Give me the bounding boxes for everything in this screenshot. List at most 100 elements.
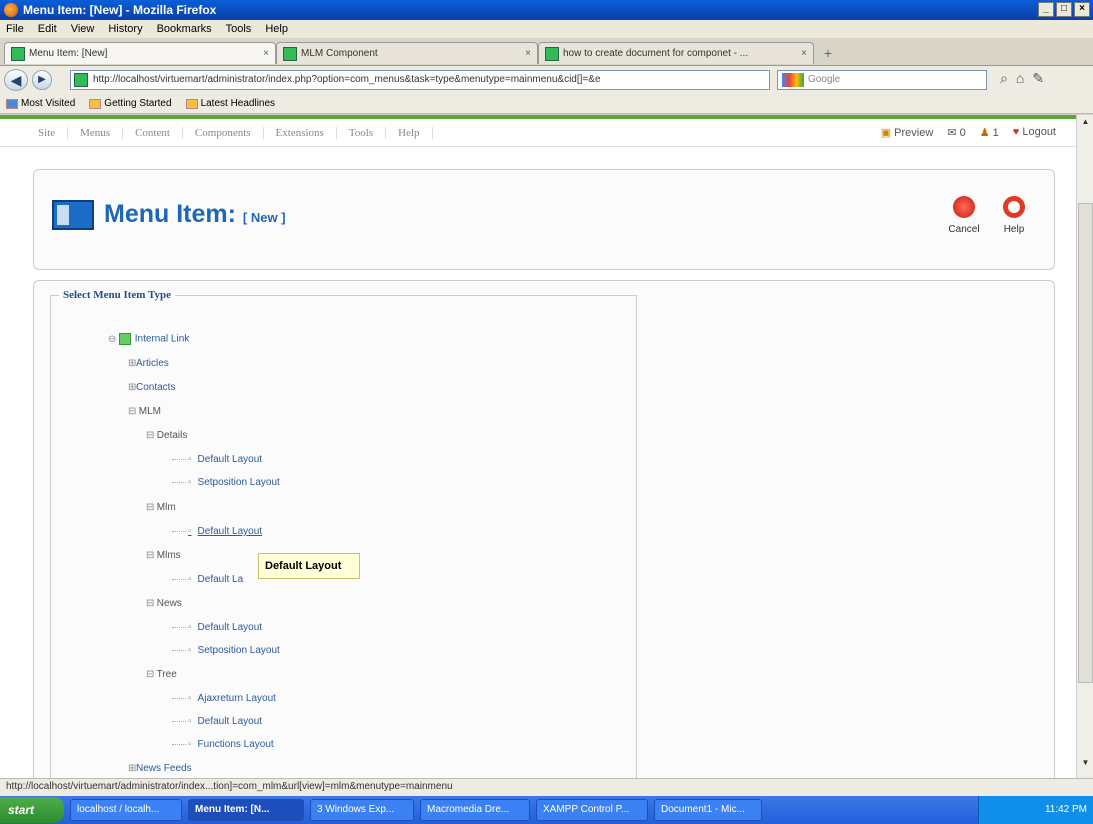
help-lifebuoy-icon <box>1003 196 1025 218</box>
tab-label: MLM Component <box>301 48 378 59</box>
tree-node-internal-link[interactable]: ⊖ Internal Link <box>108 333 189 345</box>
menu-bookmarks[interactable]: Bookmarks <box>157 23 212 35</box>
admin-menu-tools[interactable]: Tools <box>337 126 387 139</box>
menu-tools[interactable]: Tools <box>226 23 252 35</box>
help-button[interactable]: Help <box>994 196 1034 235</box>
leaf-bullet-icon: ▫ <box>188 645 192 656</box>
forward-button[interactable]: ▶ <box>32 70 52 90</box>
task-windows-explorer[interactable]: 3 Windows Exp... <box>310 799 414 821</box>
tree-leaf-mlms-default[interactable]: ▫ Default La <box>172 574 243 585</box>
task-document1[interactable]: Document1 - Mic... <box>654 799 762 821</box>
collapse-icon[interactable]: ⊟ <box>146 669 154 680</box>
tab-close-icon[interactable]: × <box>263 48 269 59</box>
messages-count[interactable]: ✉ 0 <box>947 126 965 139</box>
logout-link[interactable]: ♥ Logout <box>1013 126 1056 139</box>
tab-close-icon[interactable]: × <box>801 48 807 59</box>
admin-menu-help[interactable]: Help <box>386 126 433 139</box>
tree-node-news[interactable]: ⊟ News <box>146 598 182 609</box>
scroll-up-icon[interactable]: ▲ <box>1079 117 1092 131</box>
collapse-icon[interactable]: ⊟ <box>146 550 154 561</box>
users-count[interactable]: ♟ 1 <box>980 126 999 139</box>
tree-node-mlms[interactable]: ⊟ Mlms <box>146 550 181 561</box>
fieldset-legend: Select Menu Item Type <box>63 289 172 301</box>
preview-link[interactable]: ▣ Preview <box>881 126 934 139</box>
task-xampp[interactable]: XAMPP Control P... <box>536 799 648 821</box>
task-macromedia[interactable]: Macromedia Dre... <box>420 799 530 821</box>
cancel-button[interactable]: Cancel <box>944 196 984 235</box>
admin-menu-content[interactable]: Content <box>123 126 183 139</box>
collapse-icon[interactable]: ⊖ <box>108 334 116 345</box>
collapse-icon[interactable]: ⊟ <box>128 406 136 417</box>
hover-tooltip: Default Layout <box>258 553 360 579</box>
menu-edit[interactable]: Edit <box>38 23 57 35</box>
search-icon[interactable]: ⌕ <box>1000 70 1008 87</box>
menu-file[interactable]: File <box>6 23 24 35</box>
collapse-icon[interactable]: ⊟ <box>146 598 154 609</box>
tree-leaf-tree-functions[interactable]: ▫ Functions Layout <box>172 739 274 750</box>
window-titlebar: Menu Item: [New] - Mozilla Firefox _ □ × <box>0 0 1093 20</box>
start-button[interactable]: start <box>0 797 64 823</box>
scroll-down-icon[interactable]: ▼ <box>1079 758 1092 772</box>
internal-link-icon <box>118 333 131 345</box>
tree-leaf-tree-ajaxreturn[interactable]: ▫ Ajaxreturn Layout <box>172 693 276 704</box>
tab-label: how to create document for componet - ..… <box>563 48 749 59</box>
tab-menu-item[interactable]: Menu Item: [New] × <box>4 42 276 64</box>
node-label: MLM <box>138 406 162 417</box>
tree-node-details[interactable]: ⊟ Details <box>146 430 187 441</box>
tree-node-tree[interactable]: ⊟ Tree <box>146 669 177 680</box>
admin-menu-components[interactable]: Components <box>183 126 264 139</box>
node-label: Default Layout <box>197 454 263 465</box>
menu-view[interactable]: View <box>71 23 95 35</box>
minimize-button[interactable]: _ <box>1038 2 1054 17</box>
home-icon[interactable]: ⌂ <box>1016 70 1024 87</box>
tree-leaf-news-setposition[interactable]: ▫ Setposition Layout <box>172 645 280 656</box>
tree-node-mlm-view[interactable]: ⊟ Mlm <box>146 502 176 513</box>
tree-leaf-mlm-default[interactable]: ▫ Default Layout <box>172 526 262 537</box>
search-box[interactable]: Google <box>777 70 987 90</box>
menu-history[interactable]: History <box>108 23 142 35</box>
maximize-button[interactable]: □ <box>1056 2 1072 17</box>
joomla-admin-menu: Site Menus Content Components Extensions… <box>0 119 1076 147</box>
help-label: Help <box>1003 224 1025 235</box>
addon-icon[interactable]: ✎ <box>1032 70 1044 87</box>
collapse-icon[interactable]: ⊟ <box>146 502 154 513</box>
admin-menu-menus[interactable]: Menus <box>68 126 124 139</box>
tree-node-contacts[interactable]: ⊞Contacts <box>128 382 175 393</box>
task-localhost[interactable]: localhost / localh... <box>70 799 182 821</box>
new-tab-button[interactable]: + <box>818 46 838 62</box>
collapse-icon[interactable]: ⊟ <box>146 430 154 441</box>
tab-mlm-component[interactable]: MLM Component × <box>276 42 538 64</box>
navigation-toolbar: ◀ ▶ http://localhost/virtuemart/administ… <box>0 66 1093 94</box>
tree-leaf-details-setposition[interactable]: ▫ Setposition Layout <box>172 477 280 488</box>
scrollbar-thumb[interactable] <box>1078 203 1093 683</box>
vertical-scrollbar[interactable]: ▲ ▼ <box>1076 115 1093 792</box>
admin-menu-site[interactable]: Site <box>26 126 69 139</box>
tree-node-mlm[interactable]: ⊟ MLM <box>128 406 161 417</box>
expand-icon[interactable]: ⊞ <box>128 763 136 774</box>
tree-node-newsfeeds[interactable]: ⊞News Feeds <box>128 763 192 774</box>
tree-leaf-news-default[interactable]: ▫ Default Layout <box>172 622 262 633</box>
tree-leaf-tree-default[interactable]: ▫ Default Layout <box>172 716 262 727</box>
menu-help[interactable]: Help <box>265 23 288 35</box>
windows-taskbar: start localhost / localh... Menu Item: [… <box>0 796 1093 824</box>
tree-node-articles[interactable]: ⊞Articles <box>128 358 169 369</box>
expand-icon[interactable]: ⊞ <box>128 358 136 369</box>
bookmark-label: Latest Headlines <box>200 98 276 109</box>
tab-close-icon[interactable]: × <box>525 48 531 59</box>
nav-extra-icons: ⌕ ⌂ ✎ <box>1000 70 1044 87</box>
tree-leaf-details-default[interactable]: ▫ Default Layout <box>172 454 262 465</box>
bookmark-getting-started[interactable]: Getting Started <box>89 98 172 109</box>
task-menu-item[interactable]: Menu Item: [N... <box>188 799 304 821</box>
node-label: Articles <box>136 358 169 369</box>
leaf-bullet-icon: ▫ <box>188 574 192 585</box>
joomla-favicon-icon <box>283 46 297 61</box>
admin-menu-extensions[interactable]: Extensions <box>264 126 337 139</box>
close-button[interactable]: × <box>1074 2 1090 17</box>
bookmark-latest-headlines[interactable]: Latest Headlines <box>185 98 276 109</box>
expand-icon[interactable]: ⊞ <box>128 382 136 393</box>
bookmark-most-visited[interactable]: Most Visited <box>6 98 75 109</box>
tab-how-to-create[interactable]: how to create document for componet - ..… <box>538 42 814 64</box>
start-label: start <box>8 803 35 817</box>
back-button[interactable]: ◀ <box>4 69 28 91</box>
address-bar[interactable]: http://localhost/virtuemart/administrato… <box>70 70 770 90</box>
